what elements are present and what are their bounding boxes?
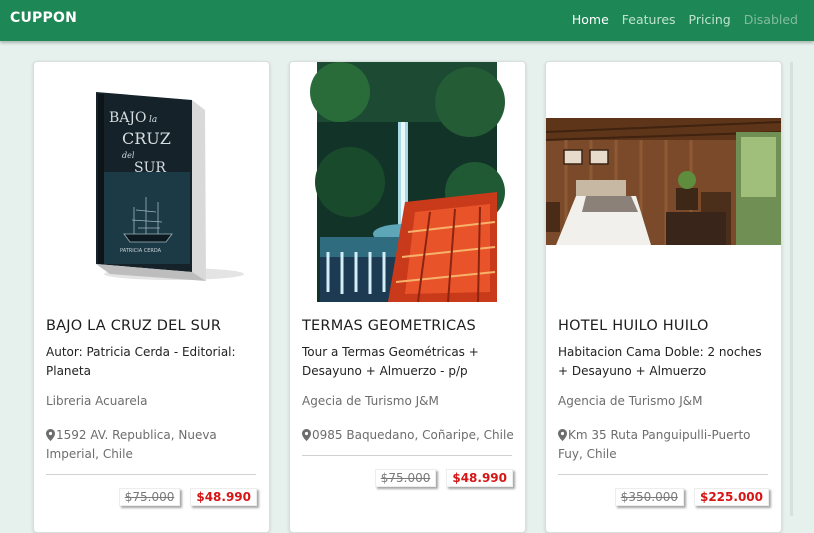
brand-logo[interactable]: CUPPON [10,10,77,26]
book-title-line-3: CRUZ [122,129,171,148]
card-description: Habitacion Cama Doble: 2 noches + Desayu… [558,345,762,378]
card-divider [302,455,512,456]
card-address-text: 0985 Baquedano, Coñaripe, Chile [312,428,514,442]
nav-link-pricing[interactable]: Pricing [689,12,731,27]
book-title-line-4: del [122,151,135,160]
map-marker-icon [558,429,567,441]
book-author: PATRICIA CERDA [120,248,162,254]
map-marker-icon [302,429,311,441]
old-price: $350.000 [614,488,684,506]
coupon-card-hotel[interactable]: HOTEL HUILO HUILO Habitacion Cama Doble:… [545,61,782,533]
new-price[interactable]: $225.000 [693,488,769,506]
card-address: 0985 Baquedano, Coñaripe, Chile [302,426,514,445]
card-prices: $75.000 $48.990 [118,488,257,506]
card-address: Km 35 Ruta Panguipulli-Puerto Fuy, Chile [558,426,770,464]
coupon-card-termas[interactable]: TERMAS GEOMETRICAS Tour a Termas Geométr… [289,61,526,533]
book-title-line-1: BAJO [109,110,147,126]
card-image-hotel [546,62,781,304]
card-title: TERMAS GEOMETRICAS [302,318,476,334]
new-price[interactable]: $48.990 [190,488,257,506]
nav-link-features[interactable]: Features [622,12,676,27]
card-description: Autor: Patricia Cerda - Editorial: Plane… [46,345,236,378]
card-divider [558,474,768,475]
nav-links: Home Features Pricing Disabled [572,12,798,27]
card-address-text: Km 35 Ruta Panguipulli-Puerto Fuy, Chile [558,428,751,461]
nav-link-disabled: Disabled [743,12,798,27]
card-store: Agencia de Turismo J&M [558,394,703,408]
card-prices: $75.000 $48.990 [374,469,513,487]
old-price: $75.000 [374,469,437,487]
old-price: $75.000 [118,488,181,506]
card-prices: $350.000 $225.000 [614,488,769,506]
scroll-edge [790,62,793,516]
book-title-line-5: SUR [134,160,166,176]
card-title: BAJO LA CRUZ DEL SUR [46,318,222,334]
book-title-line-2: la [149,115,157,125]
navbar: CUPPON Home Features Pricing Disabled [0,0,814,41]
card-store: Agecia de Turismo J&M [302,394,439,408]
map-marker-icon [46,429,55,441]
card-store: Libreria Acuarela [46,394,148,408]
card-address: 1592 AV. Republica, Nueva Imperial, Chil… [46,426,258,464]
new-price[interactable]: $48.990 [446,469,513,487]
card-address-text: 1592 AV. Republica, Nueva Imperial, Chil… [46,428,217,461]
nav-link-home[interactable]: Home [572,12,609,27]
card-divider [46,474,256,475]
card-title: HOTEL HUILO HUILO [558,318,709,334]
card-image-book: BAJO la CRUZ del SUR PATRICIA CERDA [34,62,269,304]
card-image-termas [290,62,525,304]
card-description: Tour a Termas Geométricas + Desayuno + A… [302,345,479,378]
coupon-card-book[interactable]: BAJO la CRUZ del SUR PATRICIA CERDA BAJO… [33,61,270,533]
